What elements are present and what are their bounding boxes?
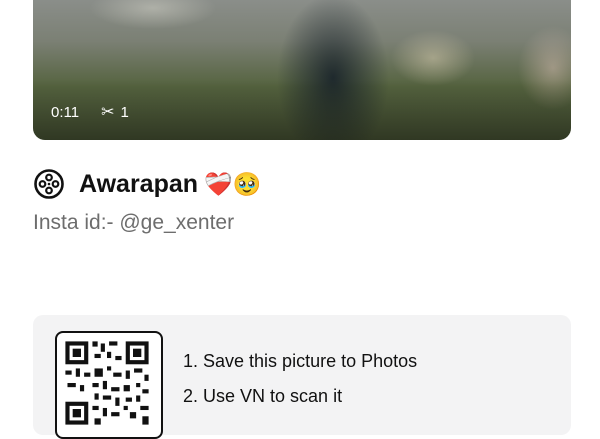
scissors-icon: ✂ — [101, 104, 115, 121]
video-meta: 0:11 ✂ 1 — [51, 102, 129, 122]
qr-code-image — [65, 341, 149, 425]
film-reel-icon — [34, 169, 64, 199]
post-title: Awarapan — [79, 169, 199, 198]
post-title-row: Awarapan ❤️‍🩹🥹 — [33, 166, 261, 202]
title-emojis: ❤️‍🩹🥹 — [204, 170, 262, 197]
video-duration: 0:11 — [51, 103, 80, 121]
post-caption: Insta id:- @ge_xenter — [33, 211, 235, 234]
share-step-2: 2. Use VN to scan it — [183, 386, 343, 406]
clip-count: 1 — [120, 103, 129, 121]
share-steps: 1. Save this picture to Photos 2. Use VN… — [183, 351, 417, 421]
share-step-1: 1. Save this picture to Photos — [183, 351, 418, 371]
share-card: 1. Save this picture to Photos 2. Use VN… — [33, 315, 571, 439]
video-thumbnail[interactable]: 0:11 ✂ 1 — [33, 0, 571, 140]
qr-code — [55, 331, 163, 439]
